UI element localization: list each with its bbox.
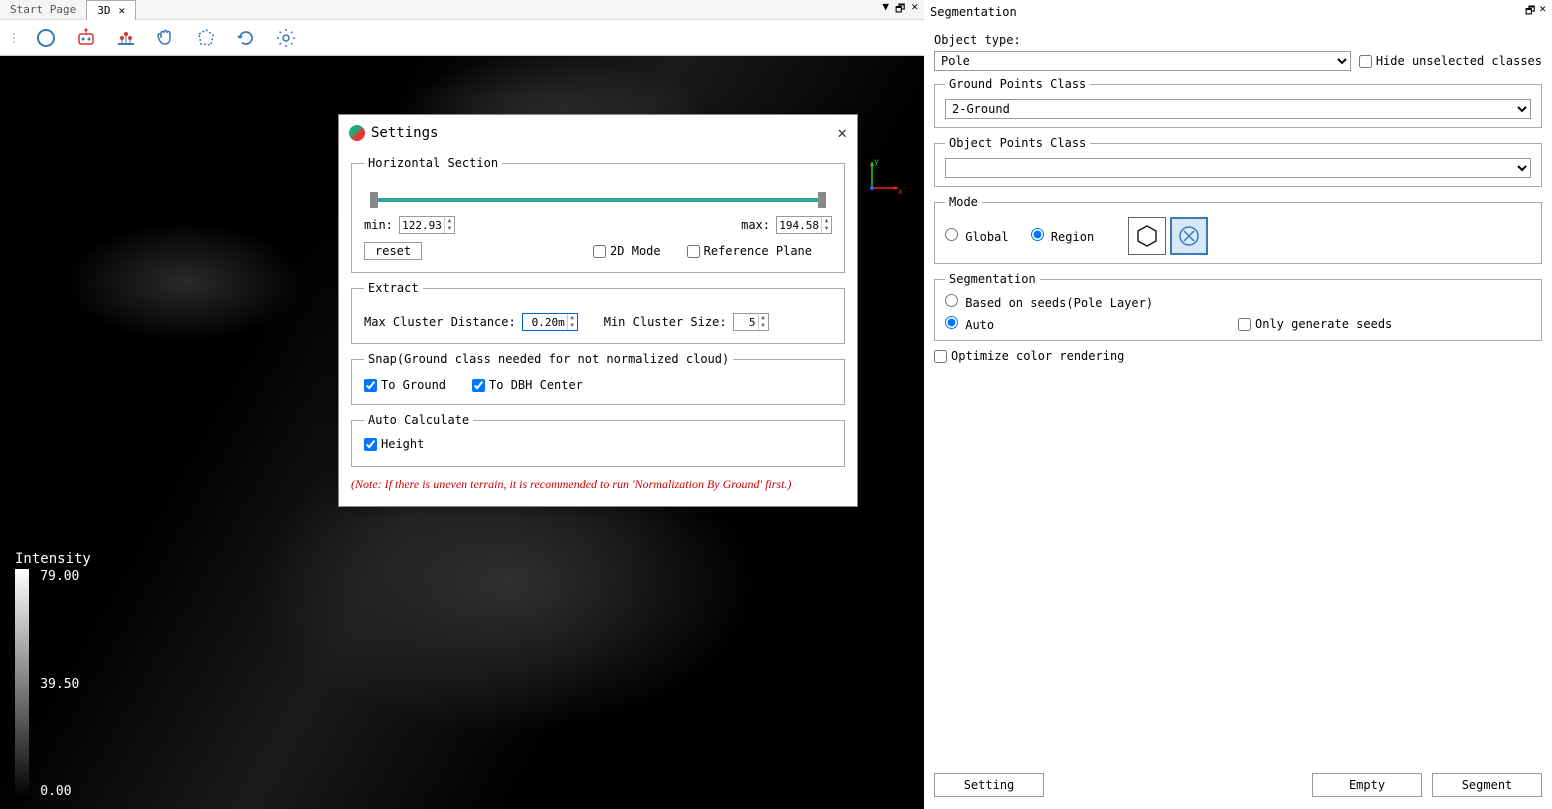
min-label: min:	[364, 218, 393, 232]
min-input[interactable]	[400, 218, 444, 233]
autocalc-group: Auto Calculate Height	[351, 413, 845, 467]
up-icon[interactable]: ▲	[445, 217, 454, 225]
down-icon[interactable]: ▼	[445, 225, 454, 233]
panel-close-icon[interactable]: ✕	[1539, 2, 1546, 21]
mode-legend: Mode	[945, 195, 982, 209]
max-spinner[interactable]: ▲▼	[776, 216, 832, 234]
ground-class-legend: Ground Points Class	[945, 77, 1090, 91]
robot-icon[interactable]	[72, 24, 100, 52]
seeds-radio[interactable]: Based on seeds(Pole Layer)	[945, 294, 1153, 310]
setting-button[interactable]: Setting	[934, 773, 1044, 797]
reset-button[interactable]: reset	[364, 242, 422, 260]
min-spinner[interactable]: ▲▼	[399, 216, 455, 234]
segmentation-group: Segmentation Based on seeds(Pole Layer) …	[934, 272, 1542, 341]
snap-group: Snap(Ground class needed for not normali…	[351, 352, 845, 405]
slider-handle-max[interactable]	[818, 192, 826, 208]
intensity-mid: 39.50	[40, 677, 79, 692]
only-generate-checkbox[interactable]: Only generate seeds	[1238, 317, 1392, 331]
mode-group: Mode Global Region	[934, 195, 1542, 264]
segmentation-legend: Segmentation	[945, 272, 1040, 286]
dialog-title: Settings	[371, 125, 438, 141]
slider-handle-min[interactable]	[370, 192, 378, 208]
down-icon[interactable]: ▼	[759, 322, 768, 330]
intensity-gradient	[15, 569, 29, 799]
toground-checkbox[interactable]: To Ground	[364, 378, 446, 392]
down-icon[interactable]: ▼	[568, 322, 577, 330]
close-icon[interactable]: ✕	[837, 123, 847, 142]
height-checkbox[interactable]: Height	[364, 437, 424, 451]
maxdist-input[interactable]	[523, 315, 567, 330]
hexagon-mode-icon[interactable]	[1128, 217, 1166, 255]
object-type-select[interactable]: Pole	[934, 51, 1351, 71]
panel-title: Segmentation	[930, 5, 1017, 19]
down-icon[interactable]: ▼	[822, 225, 831, 233]
intensity-min: 0.00	[40, 784, 71, 799]
tab-close-icon[interactable]: ✕	[118, 4, 125, 17]
tab-bar: Start Page 3D ✕ ▼ 🗗 ✕	[0, 0, 924, 20]
segmentation-panel: Segmentation 🗗 ✕ Object type: Pole Hide …	[924, 0, 1552, 809]
empty-button[interactable]: Empty	[1312, 773, 1422, 797]
global-radio[interactable]: Global	[945, 228, 1009, 244]
maxdist-spinner[interactable]: ▲▼	[522, 313, 578, 331]
max-label: max:	[741, 218, 770, 232]
auto-radio[interactable]: Auto	[945, 316, 994, 332]
object-type-label: Object type:	[934, 33, 1542, 47]
minsize-label: Min Cluster Size:	[604, 315, 727, 329]
minsize-spinner[interactable]: ▲▼	[733, 313, 769, 331]
autocalc-legend: Auto Calculate	[364, 413, 473, 427]
horizontal-legend: Horizontal Section	[364, 156, 502, 170]
circle-select-icon[interactable]	[32, 24, 60, 52]
horizontal-section-group: Horizontal Section min: ▲▼ max: ▲▼ reset	[351, 156, 845, 273]
object-class-legend: Object Points Class	[945, 136, 1090, 150]
mode2d-checkbox[interactable]: 2D Mode	[593, 244, 661, 258]
panel-popout-icon[interactable]: 🗗	[1525, 2, 1535, 21]
intensity-max: 79.00	[40, 569, 79, 584]
refplane-checkbox[interactable]: Reference Plane	[687, 244, 812, 258]
todbh-checkbox[interactable]: To DBH Center	[472, 378, 583, 392]
refresh-icon[interactable]	[232, 24, 260, 52]
minsize-input[interactable]	[734, 315, 758, 330]
ground-class-select[interactable]: 2-Ground	[945, 99, 1531, 119]
snap-legend: Snap(Ground class needed for not normali…	[364, 352, 733, 366]
tab-3d[interactable]: 3D ✕	[86, 0, 136, 20]
tab-label: 3D	[97, 4, 110, 17]
svg-text:x: x	[898, 187, 903, 196]
polygon-icon[interactable]	[192, 24, 220, 52]
up-icon[interactable]: ▲	[822, 217, 831, 225]
object-class-select[interactable]	[945, 158, 1531, 178]
app-icon	[349, 125, 365, 141]
gear-icon[interactable]	[272, 24, 300, 52]
toolbar: ⋮	[0, 20, 924, 56]
tabbar-dropdown-icon[interactable]: ▼	[882, 0, 889, 19]
maxdist-label: Max Cluster Distance:	[364, 315, 516, 329]
tabbar-popout-icon[interactable]: 🗗	[895, 0, 905, 19]
intensity-title: Intensity	[15, 551, 85, 567]
extract-legend: Extract	[364, 281, 423, 295]
max-input[interactable]	[777, 218, 821, 233]
extract-group: Extract Max Cluster Distance: ▲▼ Min Clu…	[351, 281, 845, 344]
intensity-legend: Intensity 79.00 39.50 0.00	[15, 551, 85, 799]
optimize-checkbox[interactable]: Optimize color rendering	[934, 349, 1124, 363]
settings-note: (Note: If there is uneven terrain, it is…	[351, 475, 845, 496]
object-class-group: Object Points Class	[934, 136, 1542, 187]
align-icon[interactable]	[112, 24, 140, 52]
section-slider[interactable]	[374, 198, 822, 202]
toolbar-grip-icon: ⋮	[8, 31, 20, 45]
tab-start-page[interactable]: Start Page	[0, 0, 86, 20]
up-icon[interactable]: ▲	[759, 314, 768, 322]
up-icon[interactable]: ▲	[568, 314, 577, 322]
segment-button[interactable]: Segment	[1432, 773, 1542, 797]
settings-dialog: Settings ✕ Horizontal Section min: ▲▼ ma…	[338, 114, 858, 507]
hide-unselected-checkbox[interactable]: Hide unselected classes	[1359, 54, 1542, 68]
ground-class-group: Ground Points Class 2-Ground	[934, 77, 1542, 128]
axis-gizmo: xy	[864, 156, 904, 196]
region-radio[interactable]: Region	[1031, 228, 1095, 244]
cancel-mode-icon[interactable]	[1170, 217, 1208, 255]
svg-text:y: y	[874, 157, 879, 166]
tabbar-close-icon[interactable]: ✕	[911, 0, 918, 19]
hand-icon[interactable]	[152, 24, 180, 52]
